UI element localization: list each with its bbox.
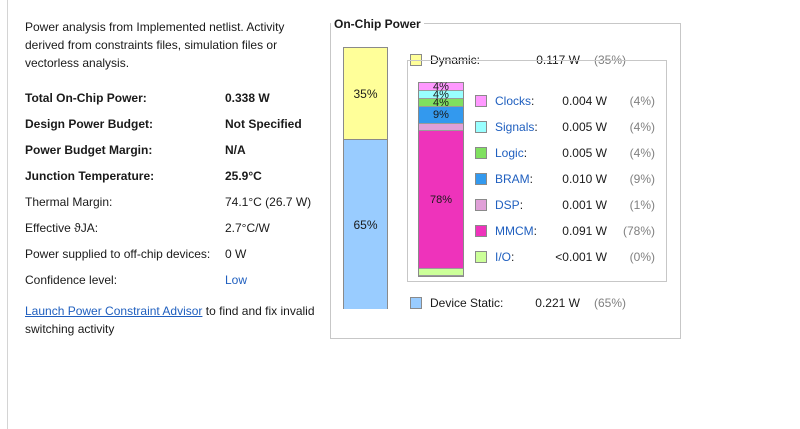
dsp-link[interactable]: DSP: [495, 197, 523, 213]
logic-percent: (4%) [629, 146, 655, 160]
dsp-swatch [475, 199, 487, 211]
on-chip-power-title: On-Chip Power [331, 16, 424, 32]
bar-segment-dynamic: 35% [344, 48, 387, 139]
summary-value: 25.9°C [225, 169, 262, 183]
clocks-link[interactable]: Clocks: [495, 93, 534, 109]
summary-value: N/A [225, 143, 246, 157]
advisor-note: Launch Power Constraint Advisor to find … [25, 302, 325, 338]
mmcm-percent: (78%) [622, 224, 655, 238]
launch-power-advisor-link[interactable]: Launch Power Constraint Advisor [25, 304, 202, 318]
bram-swatch [475, 173, 487, 185]
summary-label: Confidence level: [25, 273, 118, 287]
breakdown-segment-label: 9% [433, 109, 449, 121]
colon: : [519, 198, 524, 212]
dynamic-breakdown-bar: 4% 4% 4% 9% 78% [418, 81, 464, 277]
bram-link[interactable]: BRAM: [495, 171, 533, 187]
bram-watts: 0.010 W [562, 172, 607, 186]
summary-value: 0 W [225, 247, 247, 261]
colon: : [531, 94, 535, 108]
bar-segment-static: 65% [344, 139, 387, 309]
signals-swatch [475, 121, 487, 133]
clocks-percent: (4%) [629, 94, 655, 108]
mmcm-swatch [475, 225, 487, 237]
summary-label: Total On-Chip Power: [25, 91, 147, 105]
summary-label: Power Budget Margin: [25, 143, 153, 157]
bar-segment-label: 35% [353, 86, 378, 101]
signals-link[interactable]: Signals: [495, 119, 538, 135]
total-power-bar: 35% 65% [343, 47, 388, 309]
breakdown-segment-mmcm: 78% [419, 131, 463, 269]
breakdown-segment-dsp [419, 124, 463, 131]
signals-percent: (4%) [629, 120, 655, 134]
logic-watts: 0.005 W [562, 146, 607, 160]
device-static-watts: 0.221 W [535, 296, 580, 310]
summary-label: Junction Temperature: [25, 169, 155, 183]
confidence-level-link[interactable]: Low [225, 271, 247, 289]
logic-link[interactable]: Logic: [495, 145, 527, 161]
clocks-swatch [475, 95, 487, 107]
bar-segment-label: 65% [353, 217, 378, 232]
bram-percent: (9%) [629, 172, 655, 186]
summary-label: Effective ϑJA: [25, 221, 99, 235]
i-o-swatch [475, 251, 487, 263]
device-static-percent: (65%) [594, 296, 627, 310]
mmcm-watts: 0.091 W [562, 224, 607, 238]
dsp-watts: 0.001 W [562, 198, 607, 212]
i-o-watts: <0.001 W [555, 250, 607, 264]
analysis-description: Power analysis from Implemented netlist.… [25, 20, 285, 70]
colon: : [529, 172, 534, 186]
summary-value: 0.338 W [225, 91, 270, 105]
summary-label: Thermal Margin: [25, 195, 113, 209]
summary-value: 74.1°C (26.7 W) [225, 195, 312, 209]
device-static-label: Device Static: [430, 296, 504, 310]
breakdown-segment-bram: 9% [419, 107, 463, 124]
colon: : [533, 224, 537, 238]
summary-value: 2.7°C/W [225, 221, 270, 235]
i-o-link[interactable]: I/O: [495, 249, 514, 265]
summary-label: Design Power Budget: [25, 117, 154, 131]
clocks-watts: 0.004 W [562, 94, 607, 108]
breakdown-segment-i-o [419, 269, 463, 276]
colon: : [534, 120, 538, 134]
dsp-percent: (1%) [629, 198, 655, 212]
breakdown-segment-label: 78% [429, 193, 453, 206]
summary-label: Power supplied to off-chip devices: [25, 247, 211, 261]
mmcm-link[interactable]: MMCM: [495, 223, 537, 239]
device-static-swatch [410, 297, 422, 309]
summary-value: Not Specified [225, 117, 302, 131]
breakdown-segment-logic: 4% [419, 97, 463, 109]
logic-swatch [475, 147, 487, 159]
i-o-percent: (0%) [629, 250, 655, 264]
panel-left-border [7, 0, 8, 429]
signals-watts: 0.005 W [562, 120, 607, 134]
colon: : [511, 250, 515, 264]
colon: : [523, 146, 528, 160]
